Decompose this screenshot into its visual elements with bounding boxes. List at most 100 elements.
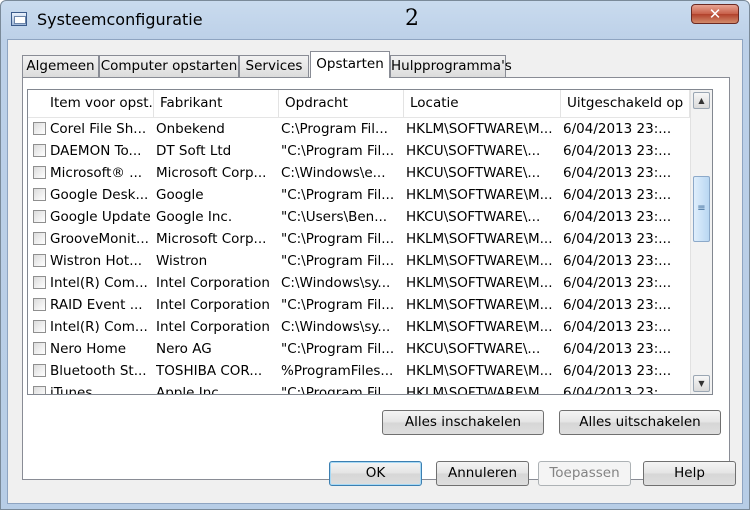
cell-locatie: HKLM\SOFTWARE\M... [406,385,553,395]
cell-fabrikant: Intel Corporation [156,275,270,291]
cell-locatie: HKLM\SOFTWARE\M... [406,121,553,137]
cell-opdracht: "C:\Program Fil... [281,253,395,269]
column-header-item[interactable]: Item voor opst... [28,90,154,117]
row-checkbox[interactable] [33,210,46,223]
table-row[interactable]: GrooveMonit... Microsoft Corp... "C:\Progr… [28,228,690,250]
apply-button[interactable]: Toepassen [538,461,631,486]
cell-item: Intel(R) Com... [50,275,148,291]
cell-locatie: HKLM\SOFTWARE\M... [406,187,553,203]
cell-fabrikant: Apple Inc. [156,385,223,395]
cell-item: Corel File Sh... [50,121,147,137]
cell-fabrikant: Google Inc. [156,209,233,225]
disable-all-button[interactable]: Alles uitschakelen [559,410,721,435]
row-checkbox[interactable] [33,298,46,311]
table-row[interactable]: Nero Home Nero AG "C:\Program Fil... HKCU\S… [28,338,690,360]
cell-locatie: HKLM\SOFTWARE\M... [406,319,553,335]
cell-locatie: HKLM\SOFTWARE\M... [406,231,553,247]
cell-uitgeschakeld: 6/04/2013 23:... [563,297,672,313]
column-header-fabrikant[interactable]: Fabrikant [154,90,279,117]
cell-opdracht: "C:\Program Fil... [281,297,395,313]
overlay-number: 2 [405,6,419,31]
row-checkbox[interactable] [33,364,46,377]
tab-label: Hulpprogramma's [391,58,512,74]
cell-locatie: HKCU\SOFTWARE\... [406,165,541,181]
row-checkbox[interactable] [33,386,46,394]
cell-fabrikant: DT Soft Ltd [156,143,232,159]
tab-computer-opstarten[interactable]: Computer opstarten [99,55,239,77]
vertical-scrollbar[interactable]: ▲ ≡ ▼ [690,90,712,394]
table-row[interactable]: RAID Event ... Intel Corporation "C:\Progr… [28,294,690,316]
tab-label: Opstarten [316,56,384,72]
row-checkbox[interactable] [33,276,46,289]
title-bar[interactable]: Systeemconfiguratie 2 ✕ [1,1,749,39]
tab-opstarten[interactable]: Opstarten [310,51,390,78]
cell-item: iTunes [50,385,93,395]
tab-services[interactable]: Services [239,55,309,77]
row-checkbox[interactable] [33,188,46,201]
table-row[interactable]: Wistron Hot... Wistron "C:\Program Fil... H… [28,250,690,272]
row-checkbox[interactable] [33,342,46,355]
row-checkbox[interactable] [33,166,46,179]
cell-locatie: HKLM\SOFTWARE\M... [406,253,553,269]
cell-locatie: HKLM\SOFTWARE\M... [406,275,553,291]
cell-fabrikant: Google [156,187,204,203]
cell-fabrikant: Intel Corporation [156,297,270,313]
table-row[interactable]: Intel(R) Com... Intel Corporation C:\Windo… [28,316,690,338]
row-checkbox[interactable] [33,254,46,267]
cell-opdracht: "C:\Program Fil... [281,231,395,247]
column-header-opdracht[interactable]: Opdracht [279,90,404,117]
row-checkbox[interactable] [33,320,46,333]
startup-items-list[interactable]: Item voor opst... Fabrikant Opdracht Loc… [27,89,713,395]
arrow-up-icon: ▲ [698,96,705,105]
cell-opdracht: "C:\Program Fil... [281,143,395,159]
table-row[interactable]: Google Desk... Google "C:\Program Fil... HK… [28,184,690,206]
cell-item: Google Desk... [50,187,149,203]
cell-locatie: HKLM\SOFTWARE\M... [406,297,553,313]
row-checkbox[interactable] [33,232,46,245]
cell-item: DAEMON To... [50,143,142,159]
cell-item: Nero Home [50,341,127,357]
cell-uitgeschakeld: 6/04/2013 23:... [563,165,672,181]
scroll-thumb[interactable]: ≡ [693,176,710,242]
window-title: Systeemconfiguratie [37,10,203,29]
grip-icon: ≡ [697,203,706,214]
close-button[interactable]: ✕ [691,4,739,24]
scroll-down-button[interactable]: ▼ [693,375,710,392]
cell-fabrikant: Microsoft Corp... [156,231,267,247]
cell-uitgeschakeld: 6/04/2013 23:... [563,253,672,269]
column-header-locatie[interactable]: Locatie [404,90,561,117]
tab-label: Services [245,58,303,74]
column-header-uitgeschakeld[interactable]: Uitgeschakeld op [561,90,690,117]
cell-item: Intel(R) Com... [50,319,148,335]
table-row[interactable]: Google Update Google Inc. "C:\Users\Ben...… [28,206,690,228]
row-checkbox[interactable] [33,144,46,157]
cell-item: GrooveMonit... [50,231,149,247]
table-row[interactable]: iTunes Apple Inc. "C:\Program Fil... HKLM\S… [28,382,690,395]
table-row[interactable]: Bluetooth St... TOSHIBA COR... %ProgramFil… [28,360,690,382]
enable-all-button[interactable]: Alles inschakelen [382,410,544,435]
cell-uitgeschakeld: 6/04/2013 23:... [563,385,672,395]
ok-button[interactable]: OK [329,461,422,486]
scroll-up-button[interactable]: ▲ [693,92,710,109]
tab-label: Algemeen [26,58,95,74]
cell-locatie: HKCU\SOFTWARE\... [406,209,541,225]
row-checkbox[interactable] [33,122,46,135]
table-row[interactable]: Corel File Sh... Onbekend C:\Program Fil..… [28,118,690,140]
table-row[interactable]: DAEMON To... DT Soft Ltd "C:\Program Fil..… [28,140,690,162]
help-button[interactable]: Help [643,461,736,486]
cell-fabrikant: TOSHIBA COR... [156,363,263,379]
tab-algemeen[interactable]: Algemeen [22,55,99,77]
table-row[interactable]: Intel(R) Com... Intel Corporation C:\Windo… [28,272,690,294]
cell-locatie: HKLM\SOFTWARE\M... [406,363,553,379]
cell-fabrikant: Intel Corporation [156,319,270,335]
cell-fabrikant: Wistron [156,253,208,269]
cell-item: Microsoft® ... [50,165,143,181]
cell-locatie: HKCU\SOFTWARE\... [406,143,541,159]
cancel-button[interactable]: Annuleren [436,461,529,486]
table-row[interactable]: Microsoft® ... Microsoft Corp... C:\Window… [28,162,690,184]
cell-opdracht: C:\Windows\sy... [281,275,391,291]
arrow-down-icon: ▼ [698,379,705,388]
cell-opdracht: "C:\Program Fil... [281,187,395,203]
cell-fabrikant: Nero AG [156,341,212,357]
tab-hulpprogrammas[interactable]: Hulpprogramma's [390,55,512,77]
